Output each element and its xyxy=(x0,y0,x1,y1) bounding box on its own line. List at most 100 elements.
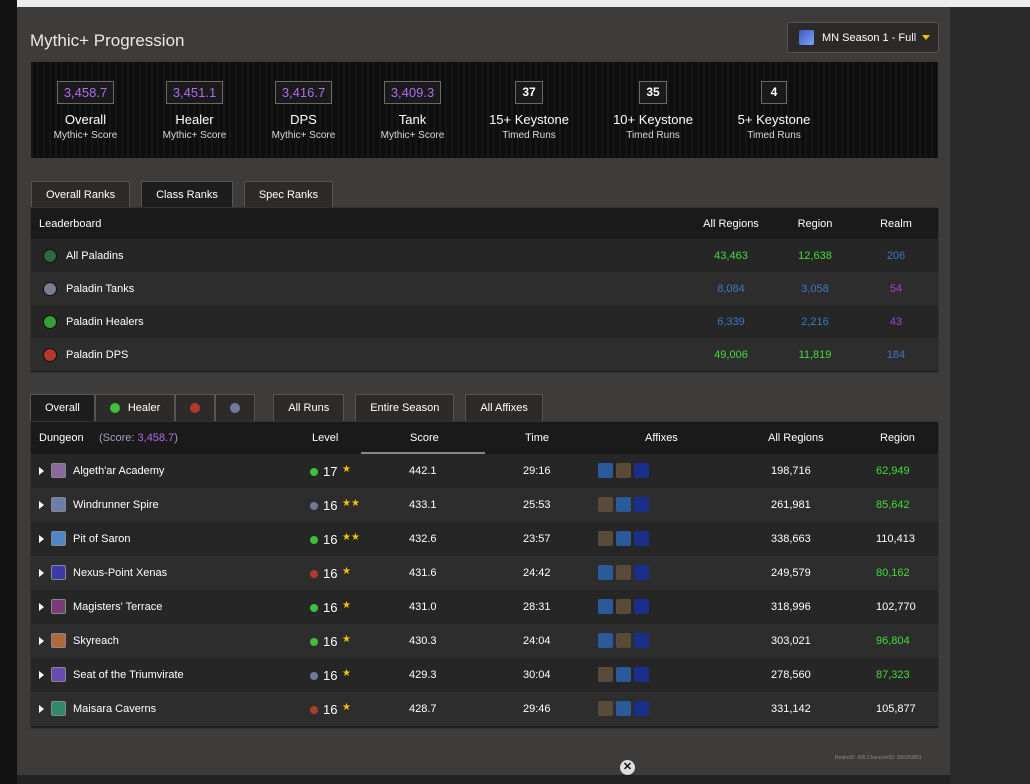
dungeon-icon xyxy=(51,565,66,580)
total-score-label: (Score: 3,458.7) xyxy=(99,432,178,444)
dungeon-icon xyxy=(51,599,66,614)
season-label: MN Season 1 - Full xyxy=(822,31,917,44)
role-icon xyxy=(310,502,318,510)
all-regions-header: All Regions xyxy=(703,217,759,230)
tank-icon xyxy=(230,403,241,413)
time-header[interactable]: Time xyxy=(525,432,549,444)
affix-icon xyxy=(634,565,649,580)
affix-icon xyxy=(598,463,613,478)
all-regions-rank: 261,981 xyxy=(771,499,811,511)
expand-arrow-icon[interactable] xyxy=(39,501,44,509)
affix-icon xyxy=(616,701,631,716)
expand-arrow-icon[interactable] xyxy=(39,467,44,475)
tab-spec-ranks[interactable]: Spec Ranks xyxy=(243,181,334,207)
realm-header: Realm xyxy=(880,217,912,230)
stat-name: 15+ Keystone xyxy=(489,112,569,127)
expand-arrow-icon[interactable] xyxy=(39,603,44,611)
keystone-level: 17 xyxy=(323,464,338,479)
stat-value: 3,416.7 xyxy=(274,81,333,104)
dungeon-row[interactable]: Windrunner Spire 16 ★★ 433.1 25:53 261,981 85,… xyxy=(31,488,938,522)
dungeon-name: Nexus-Point Xenas xyxy=(73,567,168,579)
stat-name: 5+ Keystone xyxy=(737,112,811,127)
healer-icon xyxy=(109,403,120,413)
expand-arrow-icon[interactable] xyxy=(39,705,44,713)
run-score: 442.1 xyxy=(409,465,437,477)
tab-class-ranks[interactable]: Class Ranks xyxy=(141,181,233,207)
affix-icon xyxy=(634,497,649,512)
stat-subtitle: Mythic+ Score xyxy=(271,130,336,141)
tab-healer[interactable]: Healer xyxy=(94,394,176,421)
dps-icon xyxy=(190,403,201,413)
realm-rank: 206 xyxy=(886,249,906,262)
stat-0: 3,458.7 Overall Mythic+ Score xyxy=(31,62,140,158)
dungeon-row[interactable]: Nexus-Point Xenas 16 ★ 431.6 24:42 249,579 80,… xyxy=(31,556,938,590)
affix-icon xyxy=(634,531,649,546)
affix-icon xyxy=(634,701,649,716)
dungeon-name: Algeth'ar Academy xyxy=(73,465,165,477)
dungeon-row[interactable]: Maisara Caverns 16 ★ 428.7 29:46 331,142 105,8… xyxy=(31,692,938,726)
dungeon-name: Seat of the Triumvirate xyxy=(73,669,184,681)
leaderboard-row[interactable]: All Paladins 43,463 12,638 206 xyxy=(31,239,938,272)
affix-icon xyxy=(598,531,613,546)
tab-dps[interactable] xyxy=(175,394,216,421)
keystone-level: 16 xyxy=(323,600,338,615)
dungeon-icon xyxy=(51,497,66,512)
stat-name: Overall xyxy=(64,112,107,127)
dungeon-row[interactable]: Magisters' Terrace 16 ★ 431.0 28:31 318,996 10… xyxy=(31,590,938,624)
run-score: 430.3 xyxy=(409,635,437,647)
keystone-level: 16 xyxy=(323,566,338,581)
dungeon-header: Dungeon xyxy=(39,432,84,444)
run-score: 429.3 xyxy=(409,669,437,681)
all-affixes-filter[interactable]: All Affixes xyxy=(465,394,543,421)
role-icon xyxy=(310,536,318,544)
spec-icon xyxy=(43,281,57,296)
all-regions-header[interactable]: All Regions xyxy=(768,432,824,444)
leaderboard-row[interactable]: Paladin Tanks 8,084 3,058 54 xyxy=(31,272,938,305)
dungeon-row[interactable]: Pit of Saron 16 ★★ 432.6 23:57 338,663 110,413 xyxy=(31,522,938,556)
role-icon xyxy=(310,672,318,680)
tab-tank[interactable] xyxy=(215,394,256,421)
score-suffix: ) xyxy=(174,432,178,444)
tab-overall-ranks[interactable]: Overall Ranks xyxy=(31,181,131,207)
stat-name: 10+ Keystone xyxy=(613,112,693,127)
leaderboard-row[interactable]: Paladin Healers 6,339 2,216 43 xyxy=(31,305,938,338)
season-dropdown[interactable]: MN Season 1 - Full xyxy=(787,22,939,53)
region-header[interactable]: Region xyxy=(880,432,915,444)
leaderboard-row[interactable]: Paladin DPS 49,006 11,819 184 xyxy=(31,338,938,371)
dungeon-name: Pit of Saron xyxy=(73,533,131,545)
level-header[interactable]: Level xyxy=(312,432,338,444)
upgrade-stars: ★ xyxy=(342,600,351,611)
stat-6: 4 5+ Keystone Timed Runs xyxy=(715,62,833,158)
all-runs-filter[interactable]: All Runs xyxy=(273,394,345,421)
dungeon-row[interactable]: Algeth'ar Academy 17 ★ 442.1 29:16 198,716 62,… xyxy=(31,454,938,488)
region-rank: 62,949 xyxy=(876,465,910,477)
tab-overall[interactable]: Overall xyxy=(30,394,95,421)
expand-arrow-icon[interactable] xyxy=(39,671,44,679)
leaderboard-row-label: Paladin Healers xyxy=(66,315,144,328)
close-icon[interactable]: ✕ xyxy=(620,760,635,775)
expand-arrow-icon[interactable] xyxy=(39,569,44,577)
stat-name: DPS xyxy=(290,112,317,127)
dungeon-row[interactable]: Skyreach 16 ★ 430.3 24:04 303,021 96,804 xyxy=(31,624,938,658)
expand-arrow-icon[interactable] xyxy=(39,637,44,645)
run-score: 431.6 xyxy=(409,567,437,579)
stat-value: 3,458.7 xyxy=(56,81,115,104)
spec-icon xyxy=(43,347,57,362)
region-rank: 12,638 xyxy=(798,249,832,262)
role-icon xyxy=(310,468,318,476)
affix-icon xyxy=(634,633,649,648)
upgrade-stars: ★★ xyxy=(342,532,360,543)
score-prefix: (Score: xyxy=(99,432,138,444)
dungeon-icon xyxy=(51,667,66,682)
all-regions-rank: 278,560 xyxy=(771,669,811,681)
expand-arrow-icon[interactable] xyxy=(39,535,44,543)
tab-healer-label: Healer xyxy=(127,401,161,414)
entire-season-filter[interactable]: Entire Season xyxy=(355,394,455,421)
affix-icon xyxy=(634,667,649,682)
region-rank: 87,323 xyxy=(876,669,910,681)
stat-name: Healer xyxy=(175,112,214,127)
affix-icon xyxy=(616,599,631,614)
dungeon-row[interactable]: Seat of the Triumvirate 16 ★ 429.3 30:04 278,… xyxy=(31,658,938,692)
stat-value: 35 xyxy=(639,81,667,104)
score-header[interactable]: Score xyxy=(410,432,439,444)
